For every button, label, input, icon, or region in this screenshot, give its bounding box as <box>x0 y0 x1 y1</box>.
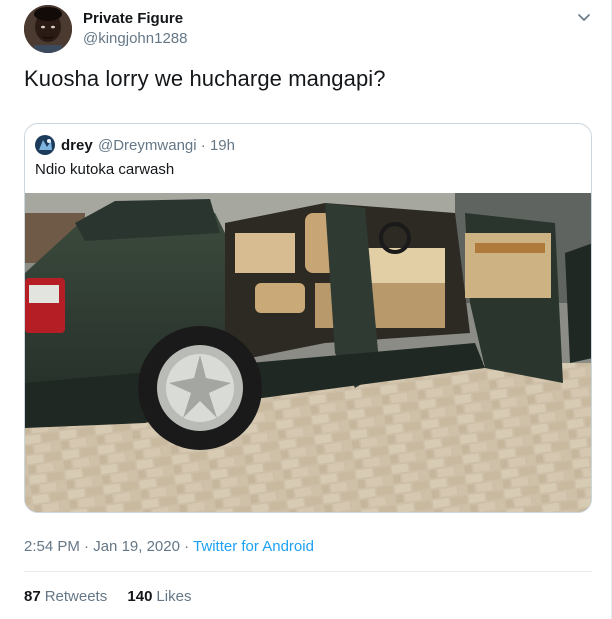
author-avatar[interactable] <box>24 5 72 53</box>
tweet-source-link[interactable]: Twitter for Android <box>193 538 314 555</box>
quoted-time[interactable]: 19h <box>210 137 235 154</box>
quoted-tweet[interactable]: drey @Dreymwangi · 19h Ndio kutoka carwa… <box>24 123 592 513</box>
retweets-stat[interactable]: 87 Retweets <box>24 588 107 605</box>
tweet-text: Kuosha lorry we hucharge mangapi? <box>24 66 386 91</box>
tweet-timestamp: 2:54 PM · Jan 19, 2020 · Twitter for And… <box>24 538 314 555</box>
chevron-down-icon[interactable] <box>576 9 592 25</box>
quoted-author-avatar[interactable] <box>35 135 55 155</box>
tweet-card: Private Figure @kingjohn1288 Kuosha lorr… <box>0 0 612 619</box>
timestamp-time[interactable]: 2:54 PM <box>24 538 80 555</box>
quoted-photo[interactable] <box>25 193 591 512</box>
author-handle[interactable]: @kingjohn1288 <box>83 30 187 47</box>
likes-count: 140 <box>127 588 153 605</box>
timestamp-date[interactable]: Jan 19, 2020 <box>93 538 180 555</box>
avatar-image <box>24 5 72 53</box>
retweets-label: Retweets <box>44 588 108 605</box>
car-photo <box>25 193 591 512</box>
quoted-author-display-name[interactable]: drey <box>61 137 93 154</box>
quoted-tweet-text: Ndio kutoka carwash <box>35 161 175 178</box>
quoted-author-meta: @Dreymwangi · 19h <box>98 137 235 154</box>
meta-separator: · <box>184 538 194 555</box>
likes-stat[interactable]: 140 Likes <box>127 588 191 605</box>
meta-separator: · <box>200 137 210 154</box>
likes-label: Likes <box>156 588 192 605</box>
retweets-count: 87 <box>24 588 41 605</box>
author-display-name[interactable]: Private Figure <box>83 10 183 27</box>
quoted-author-handle[interactable]: @Dreymwangi <box>98 137 197 154</box>
divider <box>24 571 592 572</box>
tweet-stats: 87 Retweets 140 Likes <box>24 588 207 605</box>
meta-separator: · <box>84 538 94 555</box>
